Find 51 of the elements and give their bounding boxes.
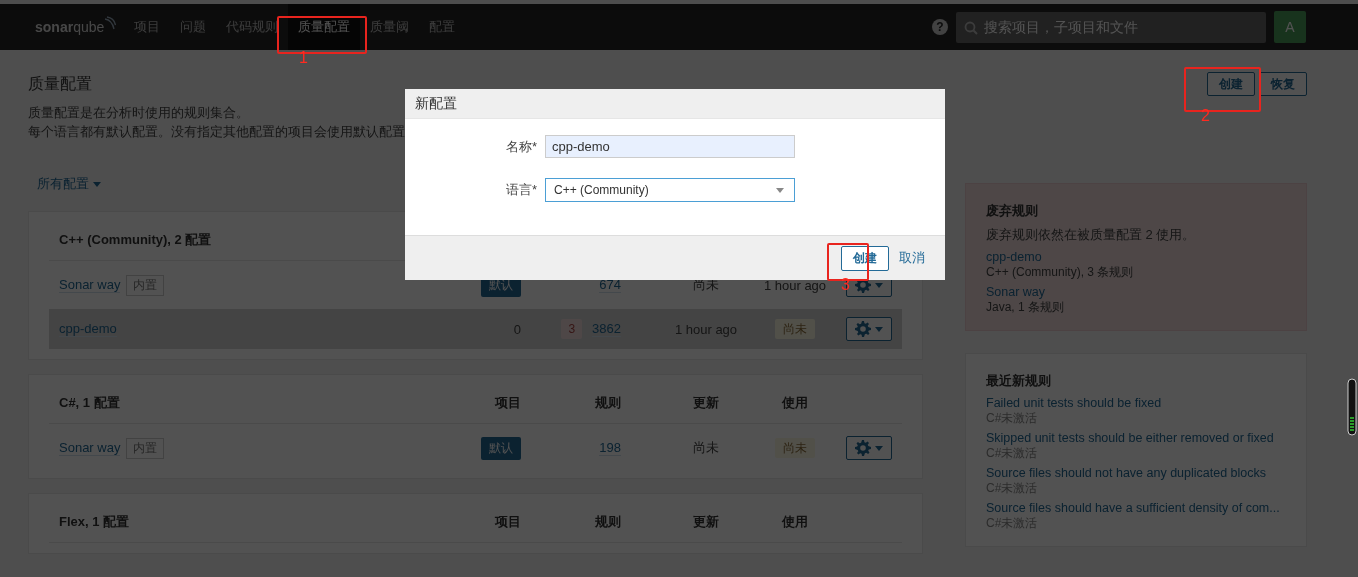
toolbar-button[interactable]: 创建 (1207, 72, 1255, 96)
field-label: 语言* (504, 181, 537, 199)
name-input-field[interactable]: cpp-demo (545, 135, 795, 158)
column-header: 使用 (780, 394, 809, 412)
column-header: 项目 (493, 513, 521, 531)
gear-icon (855, 440, 871, 456)
column-header: 规则 (594, 513, 621, 531)
column-header: 规则 (594, 394, 621, 412)
column-header: 更新 (692, 394, 720, 412)
column-header: 更新 (692, 513, 720, 531)
profile-link[interactable]: cpp-demo (986, 250, 1042, 264)
language-title: C++ (Community), 2 配置 (59, 231, 213, 249)
language-title: C#, 1 配置 (59, 394, 121, 412)
waves-icon (104, 16, 117, 30)
search-icon (964, 20, 978, 35)
help-icon[interactable]: ? (932, 19, 948, 35)
caret-icon (93, 181, 101, 187)
gear-icon (855, 321, 871, 337)
rules-count-link[interactable]: 3862 (592, 321, 621, 337)
caret-icon (875, 445, 883, 451)
card-title: 废弃规则 (986, 202, 1039, 220)
usage-date: 1 hour ago (763, 277, 827, 293)
column-header: 使用 (780, 513, 809, 531)
language-title: Flex, 1 配置 (59, 513, 131, 531)
profile-link[interactable]: cpp-demo (59, 321, 117, 337)
caret-icon (875, 326, 883, 332)
card-title: 最近新规则 (986, 372, 1052, 390)
rule-link[interactable]: Failed unit tests should be fixed (986, 396, 1162, 410)
profile-link[interactable]: Sonar way (59, 277, 121, 293)
rules-count-link[interactable]: 198 (599, 440, 621, 456)
dialog-title: 新配置 (415, 94, 457, 113)
page-title: 质量配置 (28, 74, 93, 94)
filter-dropdown[interactable]: 所有配置 (37, 171, 101, 197)
nav-tab[interactable]: 质量配置 (288, 4, 361, 50)
caret-icon (776, 187, 784, 193)
column-header: 项目 (493, 394, 521, 412)
rule-link[interactable]: Source files should not have any duplicated blocks (986, 466, 1267, 480)
cancel-link[interactable]: 取消 (899, 249, 925, 267)
caret-icon (875, 282, 883, 288)
profile-link[interactable]: Sonar way (59, 440, 121, 456)
rule-link[interactable]: Skipped unit tests should be either removed or fixed (986, 431, 1274, 445)
toolbar-button[interactable]: 恢复 (1259, 72, 1307, 96)
profile-link[interactable]: Sonar way (986, 285, 1046, 299)
step-number: 2 (1201, 109, 1210, 123)
field-label: 名称* (504, 137, 537, 156)
rule-link[interactable]: Source files should have a sufficient density of com... (986, 501, 1280, 515)
scrollbar-drawing (1347, 378, 1357, 436)
step-number: 1 (299, 51, 308, 65)
language-select[interactable]: C++ (Community) (545, 178, 795, 202)
step-number: 3 (841, 278, 850, 292)
default-badge: 默认 (481, 436, 521, 460)
